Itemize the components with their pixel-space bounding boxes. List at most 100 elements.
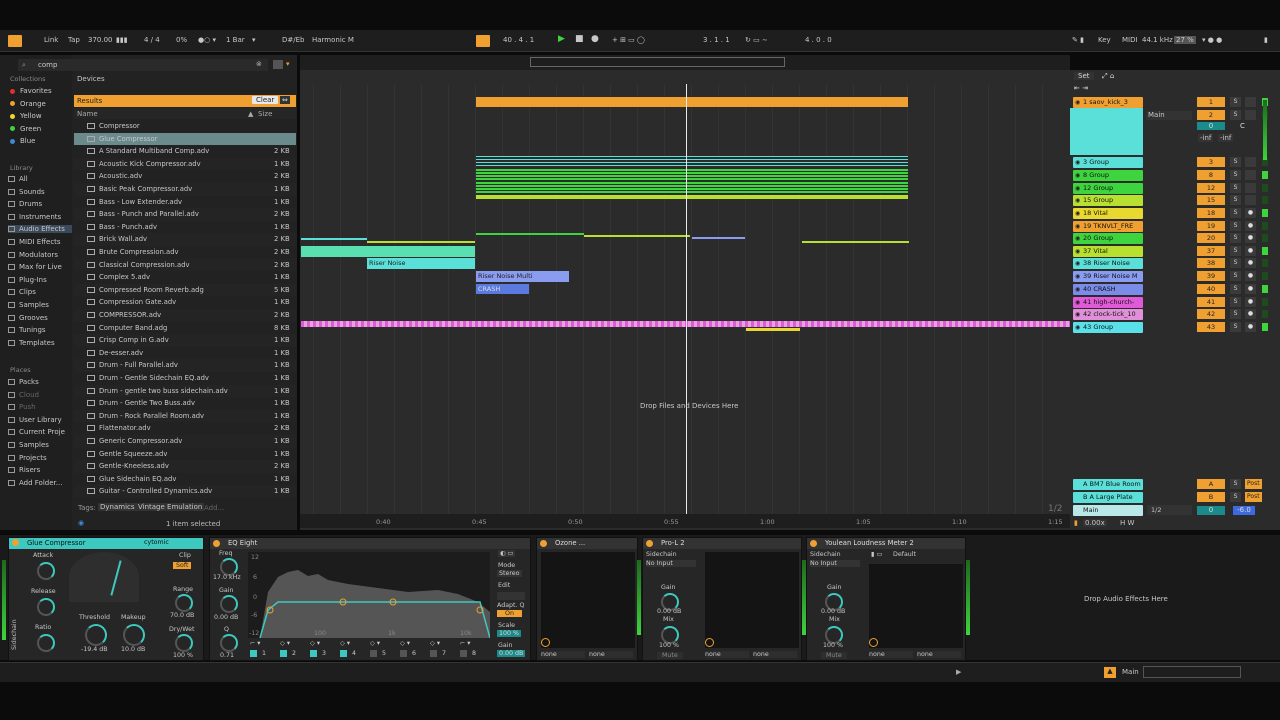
result-row[interactable]: Classical Compression.adv 2 KB (74, 258, 296, 272)
chevron-down-icon[interactable]: ▾ (286, 60, 290, 68)
eq-band-selector[interactable]: ◇ ▾ 7 (428, 640, 456, 660)
expand-icon[interactable]: ⤢ ⌂ (1102, 72, 1114, 81)
place-item[interactable]: Push (8, 403, 36, 411)
threshold-knob[interactable] (85, 624, 107, 646)
metronome-toggle-icon[interactable]: ●○ ▾ (198, 36, 216, 44)
overdub-icon[interactable]: + ⊞ ▭ ◯ (612, 36, 645, 44)
return-track-header[interactable]: A BM7 Blue Room (1073, 479, 1143, 490)
solo-button[interactable]: S (1230, 110, 1241, 120)
band-on-toggle[interactable] (310, 650, 317, 657)
overview-strip[interactable] (300, 55, 1070, 70)
track-activator[interactable]: 12 (1197, 183, 1225, 193)
result-row[interactable]: Brute Compression.adv 2 KB (74, 246, 296, 259)
place-item[interactable]: Packs (8, 378, 39, 386)
record-arm-icon[interactable] (1245, 170, 1256, 180)
result-row[interactable]: COMPRESSOR.adv 2 KB (74, 309, 296, 322)
track-header[interactable]: 43 Group (1073, 322, 1143, 333)
clip-group-8[interactable] (476, 169, 908, 181)
clip-group-12[interactable] (476, 182, 908, 194)
record-arm-icon[interactable]: ● (1245, 284, 1256, 294)
return-track-header[interactable]: B A Large Plate (1073, 492, 1143, 503)
result-row[interactable]: Guitar - Controlled Dynamics.adv 1 KB (74, 485, 296, 498)
main-output-label[interactable]: Main (1122, 668, 1139, 676)
solo-button[interactable]: S (1230, 246, 1241, 256)
result-row[interactable]: Acoustic.adv 2 KB (74, 170, 296, 183)
band-on-toggle[interactable] (340, 650, 347, 657)
fold-icon[interactable]: ◉ (1075, 197, 1080, 204)
clip-group-3[interactable] (476, 156, 908, 168)
track-header[interactable]: 3 Group (1073, 157, 1143, 168)
range-value[interactable]: 70.0 dB (170, 612, 194, 619)
makeup-value[interactable]: 10.0 dB (121, 646, 145, 653)
sidechain-label[interactable]: Sidechain (11, 619, 18, 650)
result-row[interactable]: Bass - Punch and Parallel.adv 2 KB (74, 208, 296, 221)
pro-param-1[interactable]: none (705, 651, 749, 658)
drywet-knob[interactable] (175, 634, 193, 652)
makeup-knob[interactable] (123, 624, 145, 646)
tap-button[interactable]: Tap (68, 36, 80, 44)
mode-select[interactable]: Stereo (497, 570, 522, 577)
tag-vintage[interactable]: Vintage Emulation (136, 503, 205, 511)
pro-plugin-window[interactable] (705, 552, 799, 648)
track-header[interactable]: 19 TKNVLT_FRE (1073, 221, 1143, 232)
library-item[interactable]: Tunings (8, 326, 72, 334)
key-map-button[interactable]: Key (1098, 36, 1111, 44)
track-activator[interactable]: 1 (1197, 97, 1225, 107)
library-item[interactable]: Instruments (8, 213, 72, 221)
solo-button[interactable]: S (1230, 284, 1241, 294)
power-icon[interactable] (646, 540, 653, 547)
release-knob[interactable] (37, 598, 55, 616)
track-activator[interactable]: 20 (1197, 233, 1225, 243)
record-arm-icon[interactable]: ● (1245, 246, 1256, 256)
library-item[interactable]: Grooves (8, 314, 72, 322)
eq-band-selector[interactable]: ◇ ▾ 6 (398, 640, 426, 660)
result-row[interactable]: Drum - Gentle Sidechain EQ.adv 1 KB (74, 372, 296, 385)
column-name[interactable]: Name (77, 110, 98, 118)
search-bar[interactable]: ⌕ comp ⊗ (18, 59, 268, 71)
groove-amount-field[interactable]: 0% (176, 36, 187, 44)
audio-output-select[interactable]: Main (1146, 111, 1192, 120)
solo-button[interactable]: S (1230, 297, 1241, 307)
result-row[interactable]: Basic Peak Compressor.adv 1 KB (74, 183, 296, 196)
band-shape-icon[interactable]: ⌐ ▾ (250, 640, 260, 647)
play-icon[interactable]: ▶ (558, 34, 565, 44)
track-header[interactable]: 1 saov_kick_3 (1073, 97, 1143, 108)
band-on-toggle[interactable] (430, 650, 437, 657)
band-on-toggle[interactable] (250, 650, 257, 657)
plugin-edit-icon[interactable] (541, 638, 550, 647)
youlean-param-1[interactable]: none (869, 651, 913, 658)
zoom-field[interactable]: 0.00x (1083, 519, 1107, 527)
result-row[interactable]: Glue Compressor (74, 132, 296, 146)
solo-button[interactable]: S (1230, 208, 1241, 218)
band-on-toggle[interactable] (460, 650, 467, 657)
overview-toggle-icon[interactable] (8, 35, 22, 47)
track-activator[interactable]: 41 (1197, 297, 1225, 307)
eq-band-selector[interactable]: ⌐ ▾ 1 (248, 640, 276, 660)
group-2-expanded[interactable] (1070, 108, 1143, 155)
record-arm-icon[interactable]: ● (1245, 258, 1256, 268)
library-item[interactable]: Max for Live (8, 263, 72, 271)
fold-icon[interactable]: ◉ (1075, 311, 1080, 318)
power-icon[interactable] (12, 539, 19, 546)
mute-button[interactable]: Mute (821, 652, 847, 659)
solo-button[interactable]: S (1230, 97, 1241, 107)
result-row[interactable]: De-esser.adv 1 KB (74, 347, 296, 360)
fold-icon[interactable]: ◉ (1075, 210, 1080, 217)
return-activator[interactable]: A (1197, 479, 1225, 489)
result-row[interactable]: A Standard Multiband Comp.adv 2 KB (74, 145, 296, 158)
result-row[interactable]: Crisp Comp in G.adv 1 KB (74, 334, 296, 347)
volume-field[interactable]: 0 (1197, 122, 1225, 130)
breadcrumb[interactable]: Devices (77, 75, 105, 83)
clear-button[interactable]: Clear (252, 96, 279, 104)
pro-title[interactable]: Pro-L 2 (643, 538, 801, 549)
ozone-param-2[interactable]: none (589, 651, 633, 658)
record-arm-icon[interactable]: ● (1245, 322, 1256, 332)
range-knob[interactable] (175, 594, 193, 612)
place-item[interactable]: Cloud (8, 391, 39, 399)
band-shape-icon[interactable]: ◇ ▾ (400, 640, 410, 647)
fold-icon[interactable]: ◉ (1075, 172, 1080, 179)
glue-title[interactable]: Glue Compressor (9, 538, 203, 549)
solo-button[interactable]: S (1230, 479, 1241, 489)
solo-button[interactable]: S (1230, 233, 1241, 243)
record-arm-icon[interactable] (1245, 157, 1256, 167)
